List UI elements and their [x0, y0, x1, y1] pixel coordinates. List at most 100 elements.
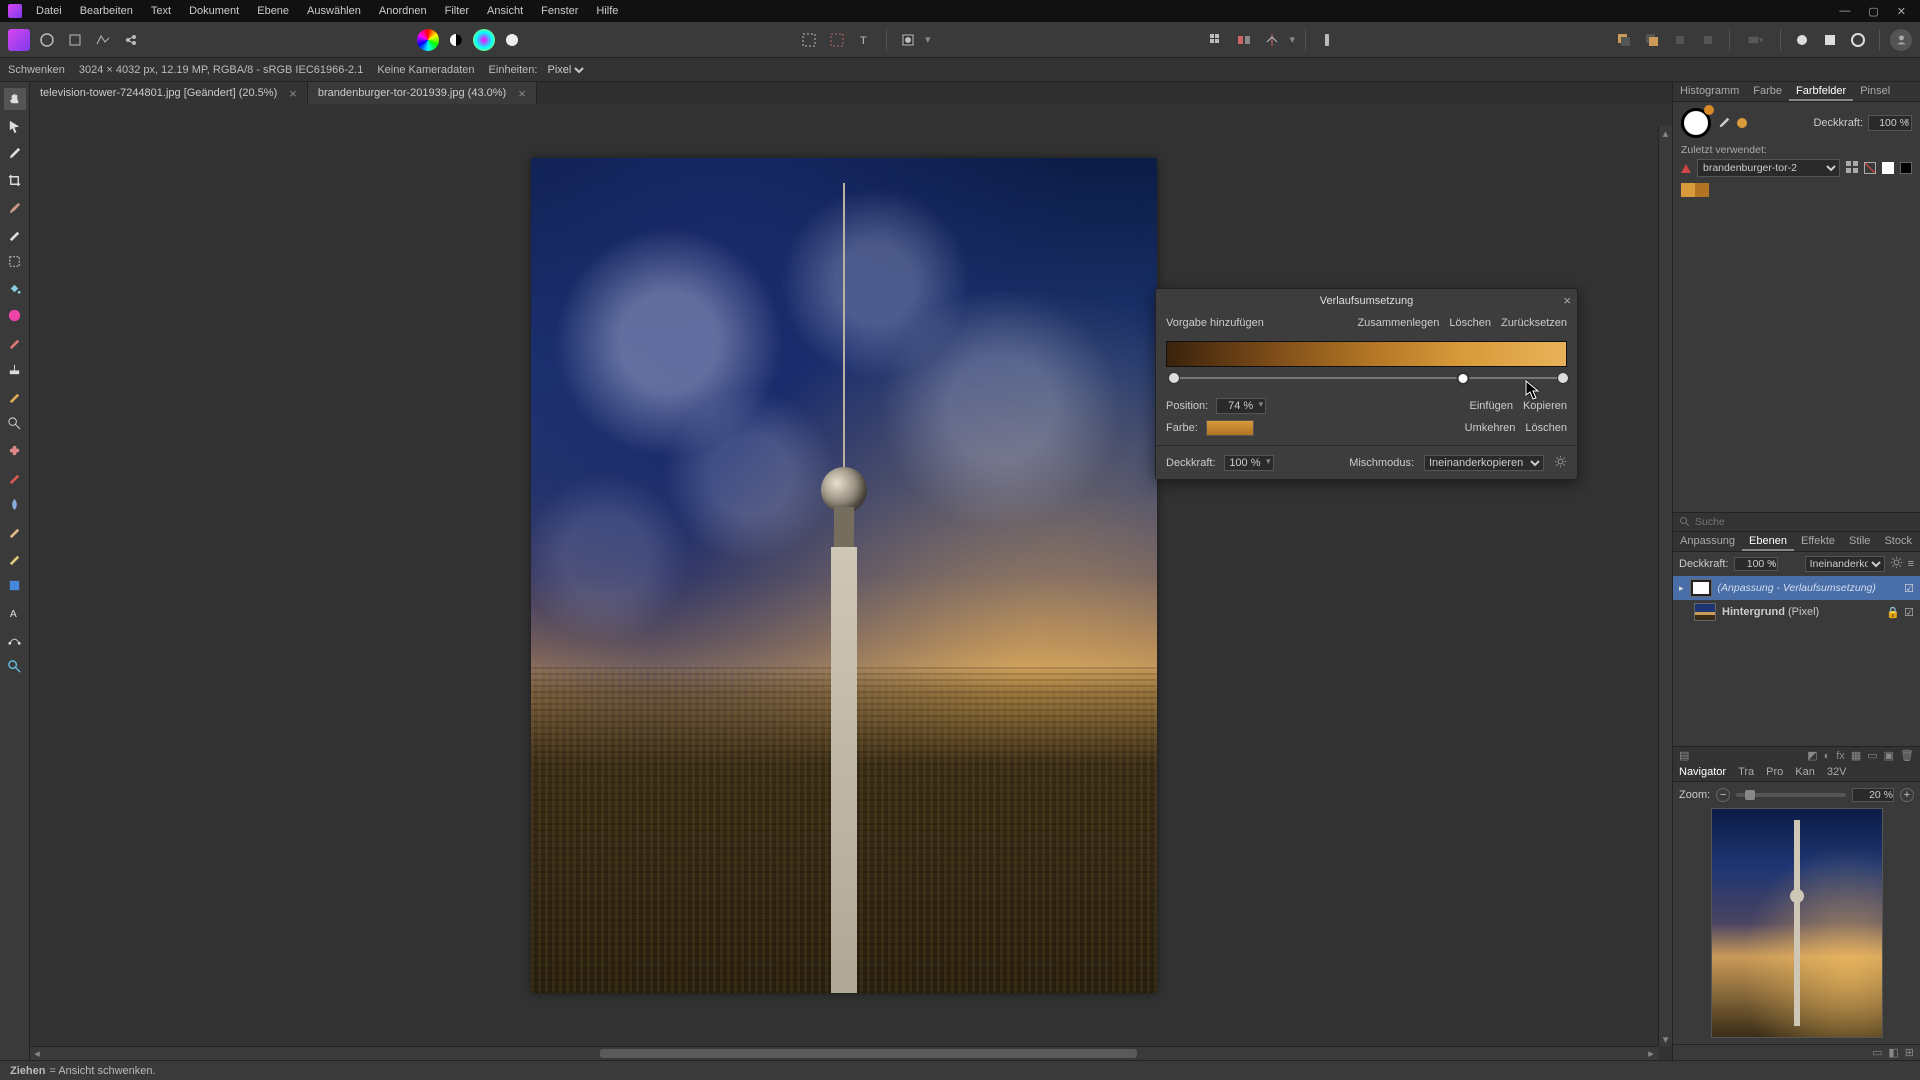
layers-stack-icon[interactable]: ▤ — [1679, 749, 1689, 762]
menu-view[interactable]: Ansicht — [487, 5, 523, 17]
layer-blend-select[interactable]: Ineinanderkopieren — [1805, 556, 1885, 572]
add-preset-button[interactable]: Vorgabe hinzufügen — [1166, 317, 1264, 329]
tab-navigator[interactable]: Navigator — [1673, 764, 1732, 781]
white-balance-icon[interactable] — [501, 29, 523, 51]
eyedropper-icon[interactable] — [1717, 116, 1731, 130]
zoom-input[interactable] — [1852, 788, 1894, 802]
invert-button[interactable]: Umkehren — [1465, 422, 1516, 434]
mask-icon[interactable]: ◩ — [1807, 749, 1817, 762]
fx-icon[interactable]: fx — [1836, 750, 1845, 762]
scroll-down-icon[interactable]: ▾ — [1659, 1032, 1672, 1046]
menu-file[interactable]: Datei — [36, 5, 62, 17]
shape-tool[interactable] — [4, 574, 26, 596]
scroll-right-icon[interactable]: ▸ — [1644, 1047, 1658, 1060]
blur-tool[interactable] — [4, 493, 26, 515]
layer-opacity-input[interactable] — [1734, 557, 1778, 571]
color-well[interactable] — [1206, 420, 1254, 436]
units-select[interactable]: Pixel — [543, 63, 587, 77]
close-icon[interactable]: × — [1563, 293, 1571, 308]
erase-tool[interactable] — [4, 331, 26, 353]
visibility-checkbox[interactable]: ☑ — [1904, 582, 1914, 595]
close-icon[interactable]: × — [289, 86, 297, 101]
info-icon[interactable] — [1316, 29, 1338, 51]
merge-button[interactable]: Zusammenlegen — [1357, 317, 1439, 329]
healing-tool[interactable] — [4, 439, 26, 461]
pan-tool[interactable] — [4, 88, 26, 110]
tab-color[interactable]: Farbe — [1746, 82, 1789, 101]
zoom-in-button[interactable]: + — [1900, 788, 1914, 802]
vertical-scrollbar[interactable]: ▴ ▾ — [1658, 126, 1672, 1046]
gradient-stop[interactable] — [1168, 372, 1180, 384]
marquee-tool[interactable] — [4, 250, 26, 272]
tab-styles[interactable]: Stile — [1842, 532, 1877, 551]
color-picker-tool[interactable] — [4, 142, 26, 164]
snap-3-icon[interactable] — [1847, 29, 1869, 51]
liquify-persona-button[interactable] — [36, 29, 58, 51]
foreground-background-color[interactable] — [1681, 108, 1711, 138]
horizontal-scrollbar[interactable]: ◂ ▸ — [30, 1046, 1658, 1060]
zoom-tool[interactable] — [4, 655, 26, 677]
selection-new-icon[interactable] — [798, 29, 820, 51]
panel-menu-icon[interactable]: ≡ — [1908, 558, 1914, 570]
develop-persona-button[interactable] — [64, 29, 86, 51]
tab-transform[interactable]: Tra — [1732, 764, 1760, 781]
gear-icon[interactable] — [1554, 455, 1567, 471]
disclosure-icon[interactable]: ▸ — [1679, 583, 1684, 594]
gradient-stop-selected[interactable] — [1456, 372, 1469, 385]
vector-tool[interactable] — [4, 628, 26, 650]
account-avatar[interactable] — [1890, 29, 1912, 51]
flood-fill-tool[interactable] — [4, 277, 26, 299]
zoom-out-button[interactable]: − — [1716, 788, 1730, 802]
sponge-tool[interactable] — [4, 520, 26, 542]
window-minimize[interactable]: — — [1839, 5, 1850, 18]
tab-layers[interactable]: Ebenen — [1742, 532, 1794, 551]
swatch-white-icon[interactable] — [1882, 162, 1894, 174]
selection-add-icon[interactable] — [826, 29, 848, 51]
snap-2-icon[interactable] — [1819, 29, 1841, 51]
smudge-tool[interactable] — [4, 547, 26, 569]
gradient-stop[interactable] — [1557, 372, 1569, 384]
copy-button[interactable]: Kopieren — [1523, 400, 1567, 412]
quickmask-dropdown[interactable]: ▾ — [925, 33, 931, 46]
menu-arrange[interactable]: Anordnen — [379, 5, 427, 17]
swatch-chip[interactable] — [1681, 183, 1695, 197]
tab-histogram[interactable]: Histogramm — [1673, 82, 1746, 101]
color-wheel-icon[interactable] — [417, 29, 439, 51]
split-left-icon[interactable] — [1233, 29, 1255, 51]
menu-edit[interactable]: Bearbeiten — [80, 5, 133, 17]
document-tab-0[interactable]: television-tower-7244801.jpg [Geändert] … — [30, 82, 308, 104]
menu-window[interactable]: Fenster — [541, 5, 578, 17]
adjustment-icon[interactable]: ◐ — [1824, 750, 1831, 762]
swatch-preset-select[interactable]: brandenburger-tor-2 — [1697, 159, 1840, 177]
swatch-chip[interactable] — [1695, 183, 1709, 197]
quickmask-icon[interactable] — [897, 29, 919, 51]
dodge-tool[interactable] — [4, 412, 26, 434]
blend-mode-select[interactable]: Ineinanderkopieren — [1424, 455, 1544, 471]
zoom-slider[interactable] — [1736, 793, 1846, 797]
grid-icon[interactable] — [1205, 29, 1227, 51]
menu-text[interactable]: Text — [151, 5, 171, 17]
tab-effects[interactable]: Effekte — [1794, 532, 1842, 551]
delete-stop-button[interactable]: Löschen — [1525, 422, 1567, 434]
tab-swatches[interactable]: Farbfelder — [1789, 82, 1853, 101]
navigator-thumbnail[interactable] — [1711, 808, 1883, 1038]
canvas[interactable]: ▴ ▾ ◂ ▸ — [30, 104, 1672, 1060]
arrange-3-icon[interactable] — [1669, 29, 1691, 51]
gradient-map-dialog[interactable]: Verlaufsumsetzung × Vorgabe hinzufügen Z… — [1155, 288, 1578, 480]
tab-stock[interactable]: Stock — [1877, 532, 1919, 551]
menu-layer[interactable]: Ebene — [257, 5, 289, 17]
swatch-none-icon[interactable] — [1864, 162, 1876, 174]
layer-row-background[interactable]: Hintergrund (Pixel) 🔒☑ — [1673, 600, 1920, 624]
search-input[interactable] — [1695, 516, 1914, 528]
tab-brushes[interactable]: Pinsel — [1853, 82, 1897, 101]
visibility-checkbox[interactable]: ☑ — [1904, 606, 1914, 619]
paint-brush-tool[interactable] — [4, 196, 26, 218]
swatch-opacity-input[interactable] — [1868, 115, 1912, 131]
swap-color-icon[interactable] — [1737, 118, 1747, 128]
tab-adjustment[interactable]: Anpassung — [1673, 532, 1742, 551]
lock-icon[interactable]: 🔒 — [1886, 606, 1900, 619]
dialog-opacity-input[interactable] — [1224, 455, 1274, 471]
window-close[interactable]: ✕ — [1897, 5, 1906, 18]
tab-32v[interactable]: 32V — [1821, 764, 1853, 781]
swatch-black-icon[interactable] — [1900, 162, 1912, 174]
